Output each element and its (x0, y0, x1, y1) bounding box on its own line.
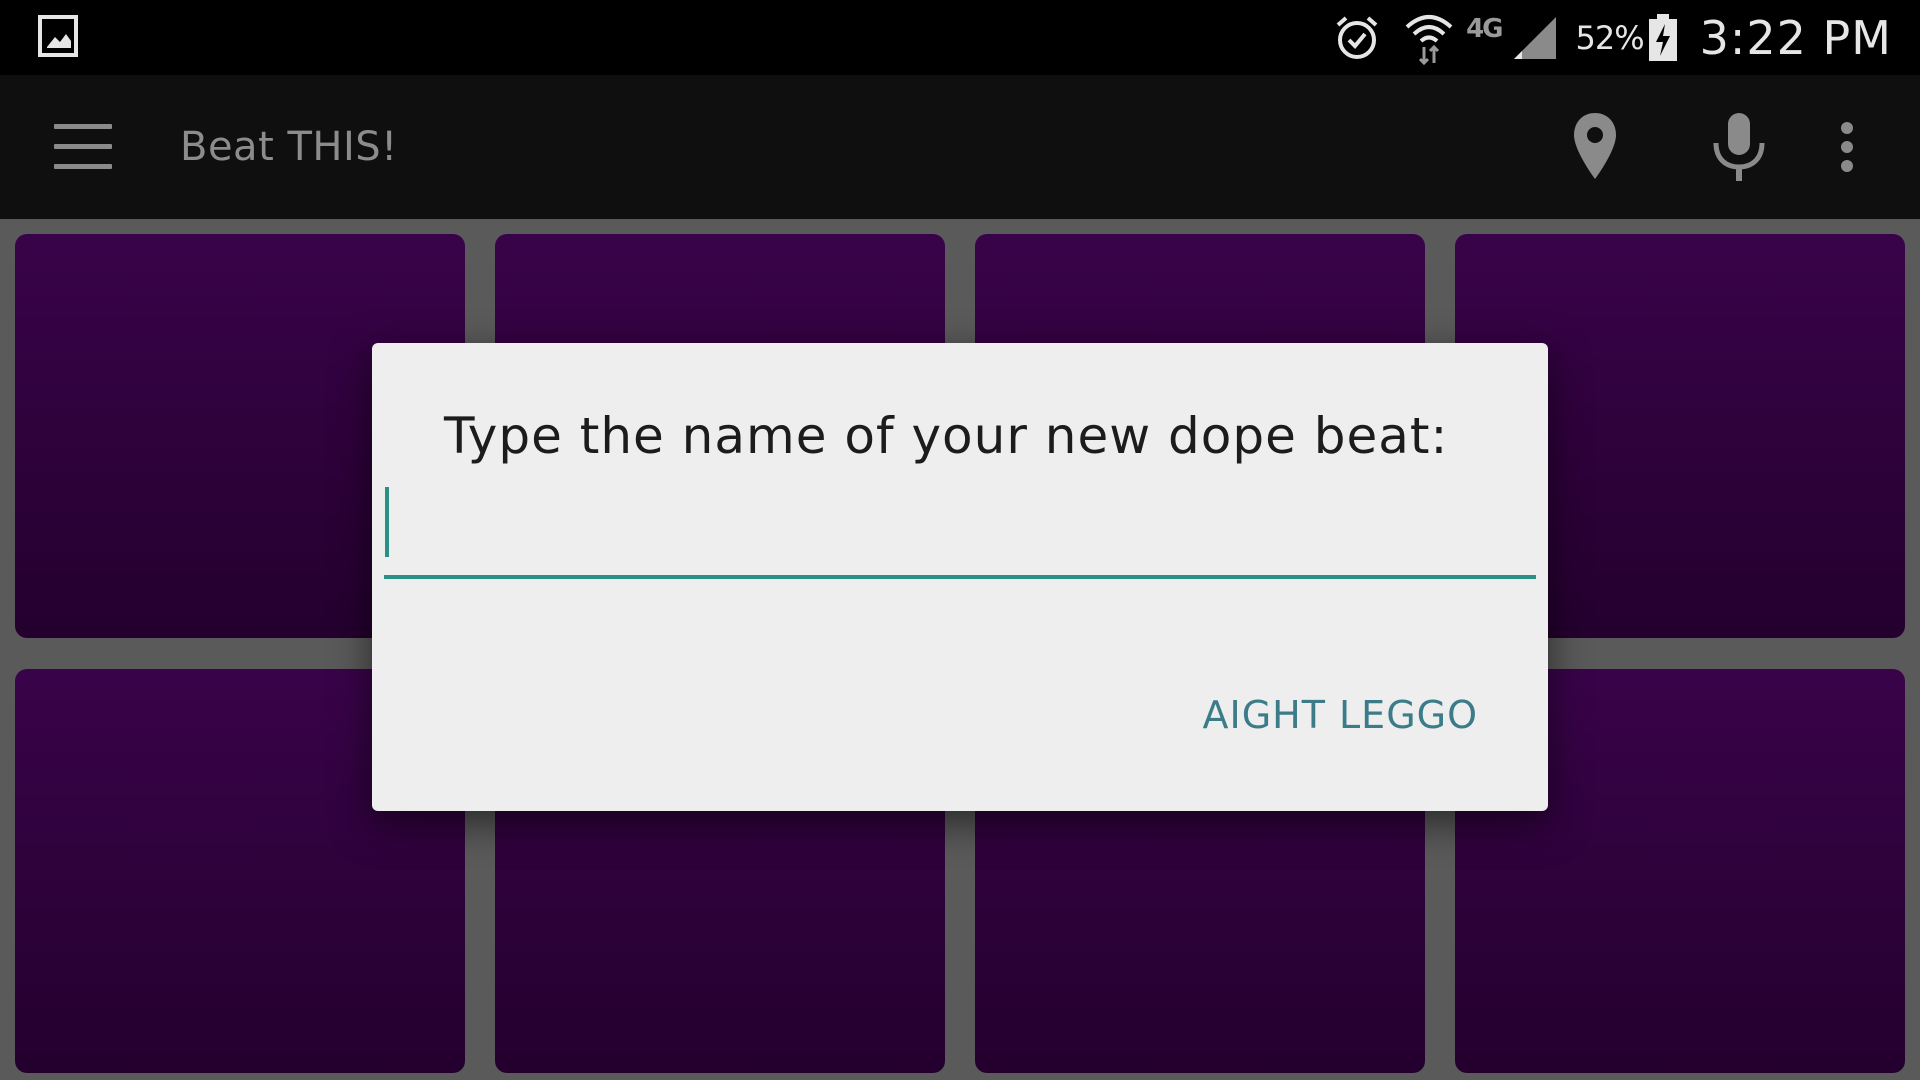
status-bar: 4G 52% 3:22 PM (0, 0, 1920, 75)
confirm-button[interactable]: AIGHT LEGGO (1203, 693, 1479, 737)
location-icon[interactable] (1572, 111, 1618, 181)
app-bar: Beat THIS! (0, 75, 1920, 219)
status-icons: 4G 52% 3:22 PM (1332, 0, 1892, 75)
dialog-title: Type the name of your new dope beat: (444, 407, 1449, 465)
new-beat-dialog: Type the name of your new dope beat: AIG… (372, 343, 1548, 811)
menu-icon[interactable] (54, 124, 112, 170)
app-title: Beat THIS! (180, 124, 398, 170)
microphone-icon[interactable] (1712, 111, 1766, 183)
battery-percent: 52% (1575, 18, 1645, 57)
overflow-menu-icon[interactable] (1840, 121, 1854, 173)
alarm-icon (1332, 13, 1382, 63)
text-cursor (385, 487, 389, 557)
wifi-icon (1404, 11, 1454, 65)
beat-name-input[interactable] (384, 483, 1536, 579)
battery-charging-icon (1648, 13, 1678, 62)
network-type: 4G (1466, 13, 1503, 44)
clock: 3:22 PM (1699, 10, 1892, 65)
gallery-icon (38, 15, 78, 57)
signal-icon (1512, 15, 1558, 61)
